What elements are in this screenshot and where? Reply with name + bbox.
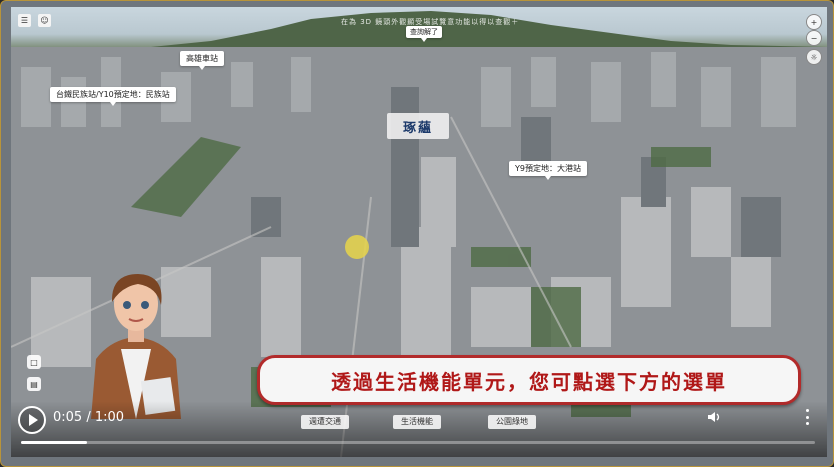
subtitle-text: 透過生活機能單元，您可點選下方的選單: [331, 369, 727, 394]
progress-bar[interactable]: [21, 441, 815, 444]
player-controls: [11, 401, 827, 457]
zoom-out-icon[interactable]: −: [806, 30, 822, 46]
subtitle-banner: 透過生活機能單元，您可點選下方的選單: [257, 355, 801, 405]
avatar-guide: [91, 274, 181, 419]
video-frame: 在為 3D 鏡頭外觀顯受場試覽意功能以得以查觀＋ 查詢解了 高雄車站 台鐵民族站…: [0, 0, 834, 467]
tag-kaohsiung-station[interactable]: 高雄車站: [180, 51, 224, 70]
time-separator: /: [86, 410, 91, 425]
menu-traffic[interactable]: 週遭交通: [301, 415, 349, 429]
sun-icon[interactable]: ☼: [806, 49, 822, 65]
duration: 1:00: [94, 410, 125, 425]
progress-fill: [21, 441, 87, 444]
building-brand-label[interactable]: 琢蘊: [387, 113, 449, 139]
play-icon[interactable]: [18, 406, 46, 434]
menu-icon[interactable]: ☰: [18, 14, 31, 27]
aerial-city-scene: 在為 3D 鏡頭外觀顯受場試覽意功能以得以查觀＋ 查詢解了 高雄車站 台鐵民族站…: [11, 7, 827, 457]
person-icon[interactable]: ☺: [38, 14, 51, 27]
more-icon[interactable]: [804, 409, 810, 425]
time-display: 0:05 / 1:00: [53, 410, 124, 425]
chat-icon[interactable]: □: [27, 355, 41, 369]
zoom-in-icon[interactable]: +: [806, 14, 822, 30]
text-icon[interactable]: ▤: [27, 377, 41, 391]
current-time: 0:05: [53, 410, 83, 425]
menu-parks[interactable]: 公園綠地: [488, 415, 536, 429]
volume-icon[interactable]: [707, 410, 721, 424]
tag-minzu-station[interactable]: 台鐵民族站/Y10預定地：民族站: [50, 87, 176, 106]
top-info-button[interactable]: 查詢解了: [406, 26, 442, 42]
tag-dagang-station[interactable]: Y9預定地：大港站: [509, 161, 587, 180]
menu-amenities[interactable]: 生活機能: [393, 415, 441, 429]
